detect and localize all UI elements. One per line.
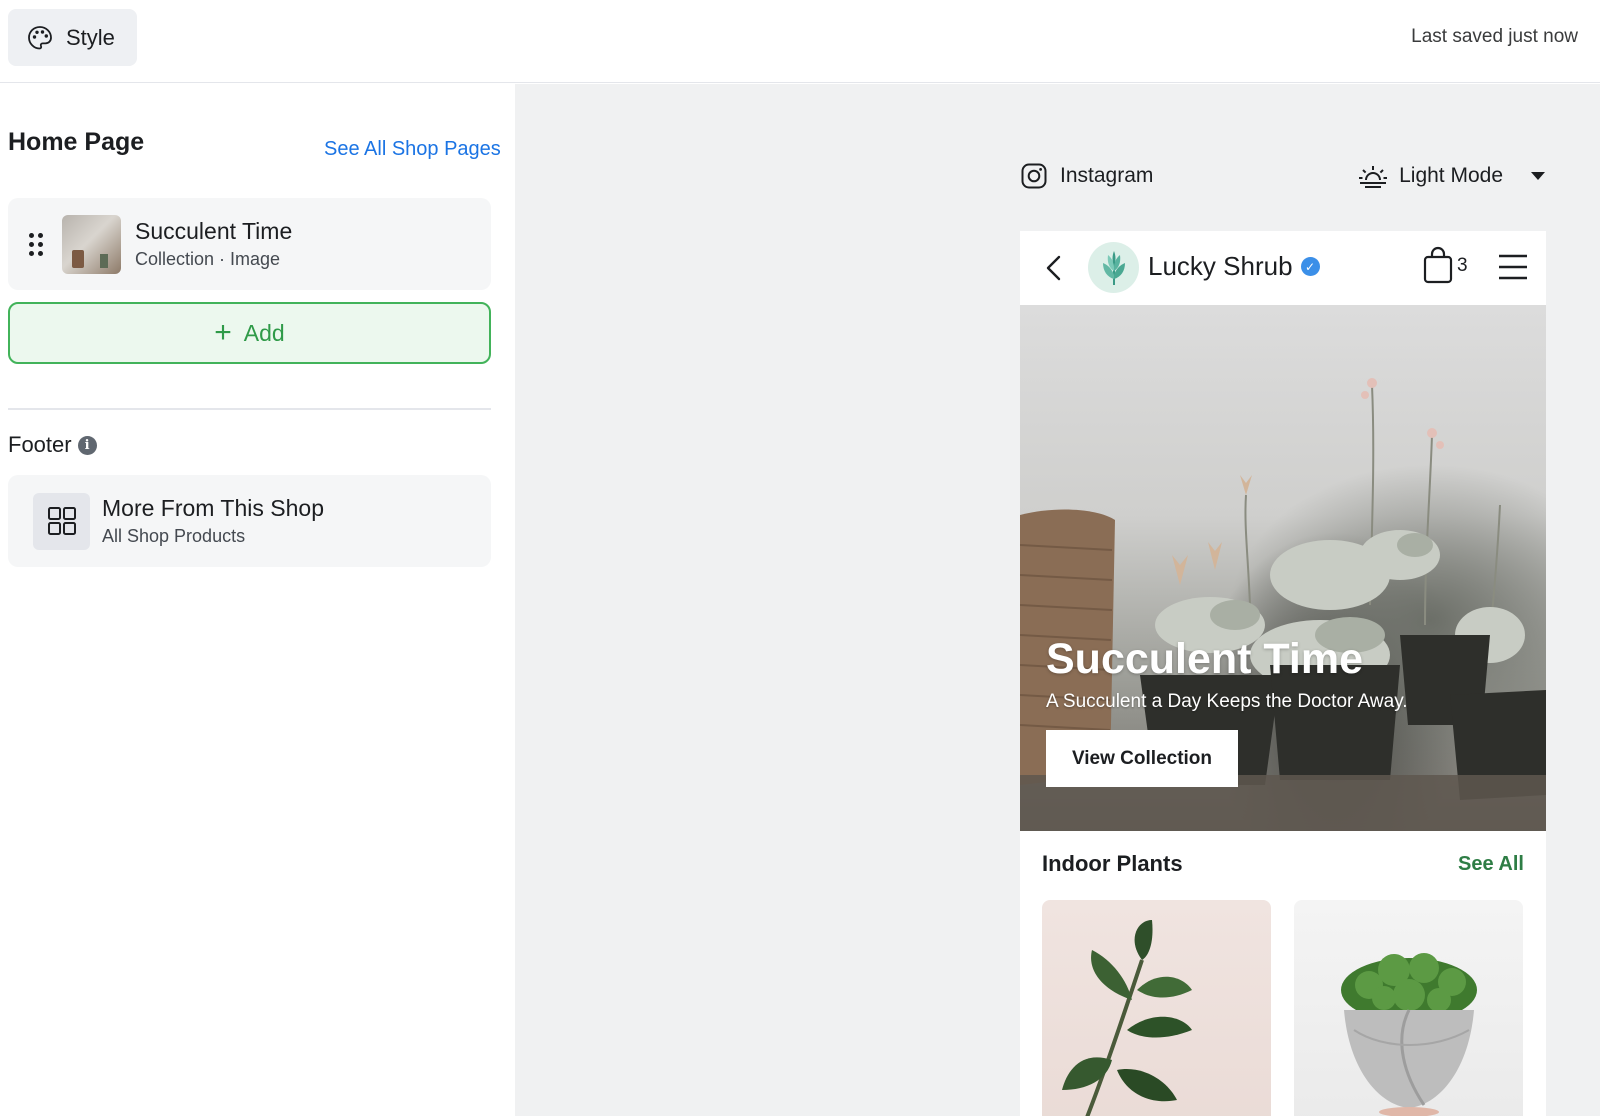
section-subtitle: Collection · Image (135, 249, 281, 269)
style-button[interactable]: Style (8, 9, 137, 66)
product-card[interactable] (1294, 900, 1523, 1116)
bag-icon[interactable] (1422, 245, 1454, 285)
style-label: Style (66, 24, 115, 50)
section-card-succulent-time[interactable]: Succulent Time Collection · Image (8, 198, 491, 290)
platform-label: Instagram (1060, 164, 1154, 187)
footer-item-subtitle: All Shop Products (102, 526, 246, 546)
menu-icon[interactable] (1498, 253, 1528, 281)
collection-title: Indoor Plants (1042, 851, 1183, 876)
divider (8, 408, 491, 410)
instagram-icon (1021, 163, 1047, 189)
add-label: Add (243, 319, 285, 346)
hero-title: Succulent Time (1046, 635, 1364, 683)
product-card[interactable] (1042, 900, 1271, 1116)
see-all-shop-pages-link[interactable]: See All Shop Pages (324, 138, 501, 161)
hero-banner: Succulent Time A Succulent a Day Keeps t… (1020, 305, 1546, 831)
page-title: Home Page (8, 128, 145, 156)
product-image-moss-pot (1341, 953, 1477, 1116)
preview-toolbar: Instagram Light Mode (1020, 162, 1545, 200)
see-all-link[interactable]: See All (1458, 853, 1524, 876)
product-image-rubber-plant (1062, 920, 1192, 1116)
palette-icon (28, 25, 52, 49)
back-icon[interactable] (1042, 253, 1066, 283)
shop-nav-bar: Lucky Shrub ✓ 3 (1020, 231, 1546, 305)
sun-icon (1359, 166, 1388, 188)
phone-preview: Lucky Shrub ✓ 3 Succulent Time A Succule… (1020, 231, 1546, 1116)
mode-label: Light Mode (1399, 164, 1503, 187)
mode-dropdown[interactable]: Light Mode (1357, 162, 1545, 190)
sections-panel: Home Page See All Shop Pages Succulent T… (0, 84, 515, 1116)
info-icon[interactable]: i (77, 435, 97, 455)
plus-icon: + (214, 316, 232, 349)
footer-label: Footer (8, 432, 72, 457)
top-bar: Style Last saved just now (0, 0, 1600, 83)
footer-heading: Footer i (8, 432, 97, 458)
view-collection-button[interactable]: View Collection (1046, 730, 1238, 787)
cart-count: 3 (1457, 255, 1468, 276)
grid-icon (33, 492, 90, 550)
section-title: Succulent Time (135, 218, 293, 244)
last-saved-status: Last saved just now (1411, 26, 1578, 47)
drag-handle-icon[interactable] (29, 232, 43, 256)
add-section-button[interactable]: + Add (8, 302, 491, 364)
shop-name-text: Lucky Shrub (1148, 251, 1293, 281)
footer-item-title: More From This Shop (102, 495, 324, 521)
platform-selector[interactable]: Instagram (1020, 162, 1153, 190)
shop-name: Lucky Shrub ✓ (1148, 251, 1320, 282)
hero-subtitle: A Succulent a Day Keeps the Doctor Away. (1046, 691, 1408, 712)
chevron-down-icon (1531, 172, 1545, 180)
shop-logo (1088, 242, 1139, 293)
footer-card-more-from-shop[interactable]: More From This Shop All Shop Products (8, 475, 491, 567)
section-thumbnail (62, 214, 121, 274)
verified-icon: ✓ (1300, 257, 1320, 276)
